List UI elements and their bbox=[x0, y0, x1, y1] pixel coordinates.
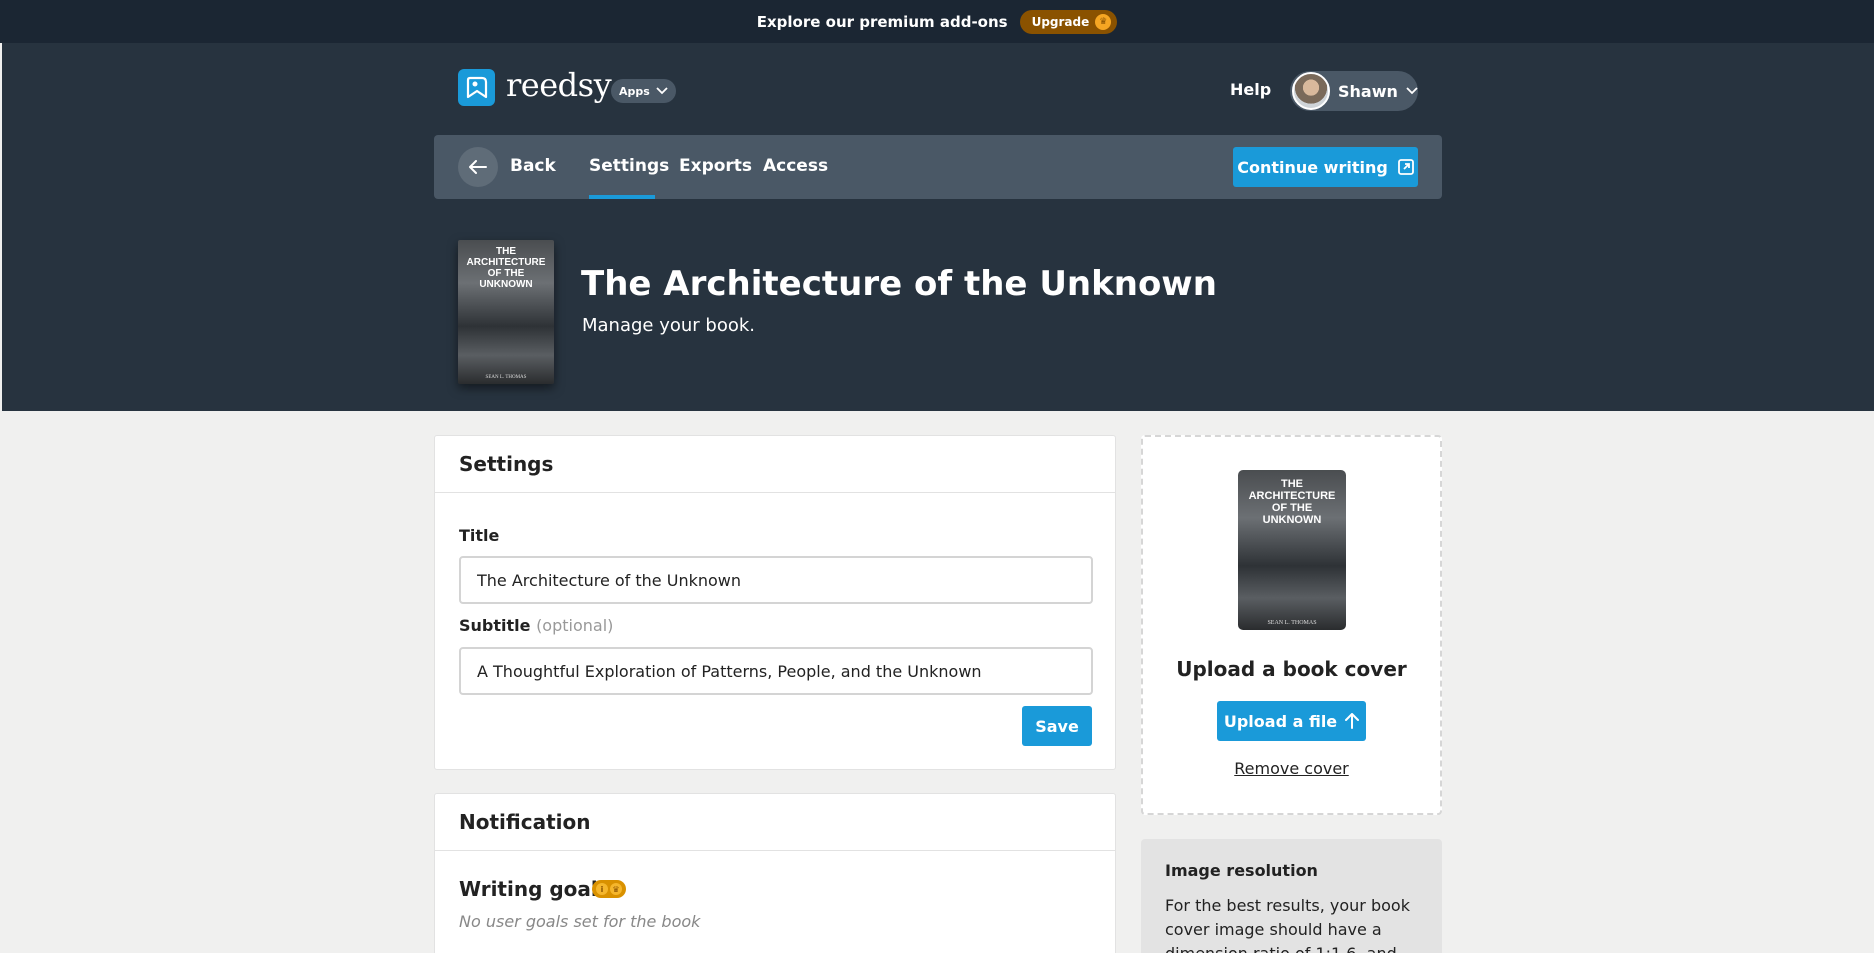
cover-author-text: SEAN L. THOMAS bbox=[1267, 620, 1317, 626]
remove-cover-link[interactable]: Remove cover bbox=[1143, 759, 1440, 778]
chevron-down-icon bbox=[656, 87, 668, 95]
continue-writing-button[interactable]: Continue writing bbox=[1233, 147, 1418, 187]
book-cover-preview: THE ARCHITECTURE OF THE UNKNOWN SEAN L. … bbox=[1238, 470, 1346, 630]
cover-title-text: THE ARCHITECTURE OF THE UNKNOWN bbox=[466, 246, 546, 290]
user-name: Shawn bbox=[1338, 81, 1398, 101]
cover-upload-panel: THE ARCHITECTURE OF THE UNKNOWN SEAN L. … bbox=[1141, 435, 1442, 815]
resolution-title: Image resolution bbox=[1165, 861, 1318, 880]
avatar bbox=[1292, 72, 1330, 110]
subtitle-label: Subtitle bbox=[459, 616, 531, 635]
arrow-left-icon bbox=[469, 160, 487, 174]
settings-heading: Settings bbox=[435, 436, 1115, 493]
settings-card: Settings Title Subtitle (optional) Save bbox=[434, 435, 1116, 770]
upgrade-label: Upgrade bbox=[1031, 14, 1090, 29]
tab-access[interactable]: Access bbox=[763, 156, 828, 176]
page-header bbox=[2, 43, 1874, 411]
title-input[interactable] bbox=[459, 556, 1093, 604]
subtitle-label-row: Subtitle (optional) bbox=[459, 616, 613, 635]
upload-cover-title: Upload a book cover bbox=[1176, 657, 1407, 681]
resolution-body: For the best results, your book cover im… bbox=[1165, 896, 1410, 953]
help-link[interactable]: Help bbox=[1230, 80, 1271, 99]
user-menu[interactable]: Shawn bbox=[1290, 71, 1418, 111]
upload-file-button[interactable]: Upload a file bbox=[1217, 701, 1366, 741]
promo-bar: Explore our premium add-ons Upgrade ♛ bbox=[0, 0, 1874, 43]
external-link-icon bbox=[1397, 159, 1414, 175]
tab-settings[interactable]: Settings bbox=[589, 156, 669, 176]
promo-text: Explore our premium add-ons bbox=[756, 12, 1008, 31]
save-button[interactable]: Save bbox=[1022, 706, 1092, 746]
back-link[interactable]: Back bbox=[510, 156, 556, 176]
crown-icon: ♛ bbox=[1095, 13, 1112, 30]
continue-label: Continue writing bbox=[1237, 157, 1388, 177]
crown-icon: ♛ bbox=[610, 883, 622, 895]
tab-exports[interactable]: Exports bbox=[679, 156, 752, 176]
goals-empty-text: No user goals set for the book bbox=[459, 912, 701, 931]
title-label: Title bbox=[459, 526, 500, 545]
back-button[interactable] bbox=[458, 147, 498, 187]
writing-goals-title: Writing goals bbox=[459, 877, 610, 901]
page-title: The Architecture of the Unknown bbox=[581, 264, 1217, 304]
apps-label: Apps bbox=[619, 84, 650, 98]
premium-badge[interactable]: i ♛ bbox=[592, 880, 626, 898]
page-subtitle: Manage your book. bbox=[582, 315, 756, 336]
notification-card: Notification Writing goals i ♛ No user g… bbox=[434, 793, 1116, 953]
cover-title-text: THE ARCHITECTURE OF THE UNKNOWN bbox=[1248, 478, 1336, 526]
book-nav-bar: Back Settings Exports Access Continue wr… bbox=[434, 135, 1442, 199]
logo-text[interactable]: reedsy bbox=[506, 66, 612, 104]
cover-author-text: SEAN L. THOMAS bbox=[485, 375, 527, 380]
image-resolution-info: Image resolution For the best results, y… bbox=[1141, 839, 1442, 953]
chevron-down-icon bbox=[1406, 87, 1418, 95]
active-tab-indicator bbox=[589, 195, 655, 199]
reedsy-logo-icon[interactable] bbox=[458, 69, 495, 106]
book-cover-thumbnail: THE ARCHITECTURE OF THE UNKNOWN SEAN L. … bbox=[458, 240, 554, 384]
optional-hint: (optional) bbox=[536, 616, 614, 635]
info-icon: i bbox=[596, 883, 608, 895]
subtitle-input[interactable] bbox=[459, 647, 1093, 695]
arrow-up-icon bbox=[1345, 713, 1360, 729]
upgrade-button[interactable]: Upgrade ♛ bbox=[1019, 9, 1118, 34]
notification-heading: Notification bbox=[435, 794, 1115, 851]
apps-dropdown[interactable]: Apps bbox=[611, 79, 676, 103]
upload-label: Upload a file bbox=[1223, 711, 1338, 731]
